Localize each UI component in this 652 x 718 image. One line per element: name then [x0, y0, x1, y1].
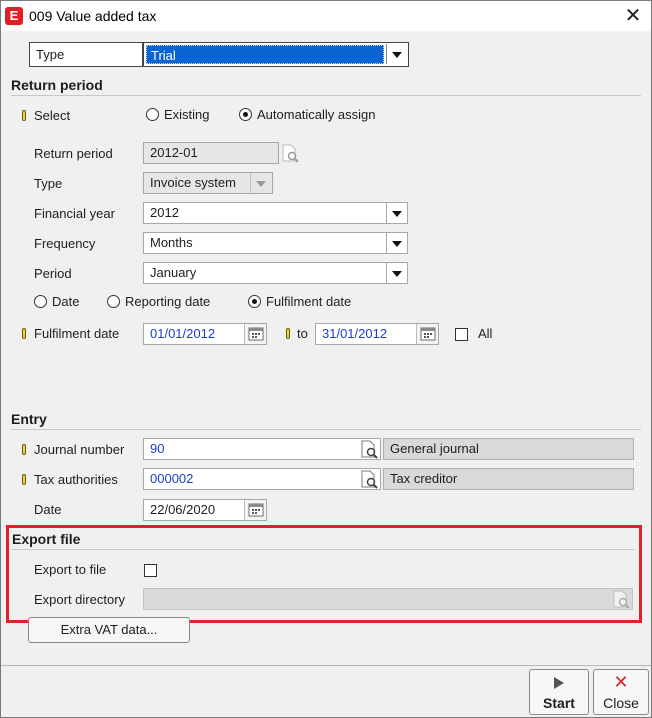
section-divider [11, 429, 641, 430]
date-input[interactable]: 22/06/2020 [143, 499, 267, 521]
chevron-down-icon [391, 241, 402, 247]
required-marker-icon [22, 110, 26, 121]
return-period-value: 2012-01 [150, 145, 198, 160]
frequency-label: Frequency [34, 236, 96, 251]
type-selected-value: Trial [146, 45, 384, 64]
financial-year-dropdown-button[interactable] [386, 203, 406, 223]
lookup-icon[interactable] [358, 438, 380, 460]
to-label: to [297, 326, 308, 341]
financial-year-label: Financial year [34, 206, 115, 221]
period-label: Period [34, 266, 72, 281]
journal-number-label: Journal number [34, 442, 125, 457]
radio-date-label[interactable]: Date [52, 294, 79, 309]
fulfilment-to-value: 31/01/2012 [322, 326, 388, 341]
required-marker-icon [22, 328, 26, 339]
extra-vat-data-button[interactable]: Extra VAT data... [28, 617, 190, 643]
type-label-box: Type [29, 42, 143, 67]
dialog-window: E 009 Value added tax ✕ Type Trial Retur… [0, 0, 652, 718]
window-title: 009 Value added tax [29, 8, 157, 24]
footer-divider [1, 665, 651, 666]
window-close-icon[interactable]: ✕ [621, 4, 645, 28]
tax-authorities-input[interactable]: 000002 [143, 468, 381, 490]
radio-existing[interactable] [146, 108, 159, 121]
frequency-select[interactable]: Months [143, 232, 408, 254]
fulfilment-from-value: 01/01/2012 [150, 326, 216, 341]
frequency-value: Months [150, 235, 193, 250]
entry-section-title: Entry [11, 411, 47, 427]
tax-authorities-description-value: Tax creditor [390, 471, 458, 486]
close-label: Close [603, 695, 639, 711]
period-dropdown-button[interactable] [386, 263, 406, 283]
radio-reporting-date-label[interactable]: Reporting date [125, 294, 210, 309]
fulfilment-to-input[interactable]: 31/01/2012 [315, 323, 439, 345]
required-marker-icon [22, 474, 26, 485]
chevron-down-icon [255, 181, 266, 187]
tax-authorities-description: Tax creditor [383, 468, 634, 490]
journal-description-value: General journal [390, 441, 479, 456]
radio-fulfilment-date[interactable] [248, 295, 261, 308]
calendar-icon[interactable] [244, 324, 266, 344]
journal-description: General journal [383, 438, 634, 460]
start-button[interactable]: Start [529, 669, 589, 715]
tax-authorities-label: Tax authorities [34, 472, 118, 487]
frequency-dropdown-button[interactable] [386, 233, 406, 253]
radio-automatically-assign[interactable] [239, 108, 252, 121]
type-label: Type [36, 47, 65, 62]
required-marker-icon [22, 444, 26, 455]
select-label: Select [34, 108, 71, 123]
required-marker-icon [286, 328, 290, 339]
lookup-icon[interactable] [279, 142, 301, 164]
fulfilment-date-label: Fulfilment date [34, 326, 120, 341]
calendar-icon[interactable] [416, 324, 438, 344]
lookup-icon[interactable] [358, 468, 380, 490]
date-label: Date [34, 502, 62, 517]
all-checkbox[interactable] [455, 328, 468, 341]
return-period-label: Return period [34, 146, 113, 161]
date-value: 22/06/2020 [150, 502, 216, 517]
journal-number-value: 90 [150, 441, 165, 456]
chevron-down-icon [391, 211, 402, 217]
all-label: All [478, 326, 493, 341]
type-dropdown-button[interactable] [386, 44, 406, 64]
type-select[interactable]: Trial [143, 42, 409, 67]
section-divider [11, 95, 641, 96]
radio-date[interactable] [34, 295, 47, 308]
start-label: Start [543, 695, 575, 711]
play-triangle-icon [554, 677, 564, 689]
fulfilment-from-input[interactable]: 01/01/2012 [143, 323, 267, 345]
radio-fulfilment-date-label[interactable]: Fulfilment date [266, 294, 351, 309]
app-logo-icon: E [5, 7, 23, 25]
financial-year-value: 2012 [150, 205, 179, 220]
return-period-field: 2012-01 [143, 142, 279, 164]
chevron-down-icon [391, 52, 402, 58]
period-value: January [150, 265, 197, 280]
radio-auto-label[interactable]: Automatically assign [257, 107, 376, 122]
tax-authorities-value: 000002 [150, 471, 194, 486]
close-button[interactable]: ✕ Close [593, 669, 649, 715]
journal-number-input[interactable]: 90 [143, 438, 381, 460]
type2-label: Type [34, 176, 63, 191]
radio-reporting-date[interactable] [107, 295, 120, 308]
title-bar: E 009 Value added tax ✕ [1, 1, 651, 31]
export-file-highlight [6, 525, 642, 623]
radio-existing-label[interactable]: Existing [164, 107, 210, 122]
period-select[interactable]: January [143, 262, 408, 284]
calendar-icon[interactable] [244, 500, 266, 520]
type2-select: Invoice system [143, 172, 273, 194]
red-x-icon: ✕ [613, 672, 629, 692]
chevron-down-icon [391, 271, 402, 277]
type2-dropdown-button [250, 173, 270, 193]
financial-year-select[interactable]: 2012 [143, 202, 408, 224]
type2-value: Invoice system [150, 175, 236, 190]
extra-vat-data-label: Extra VAT data... [60, 622, 158, 637]
return-period-section-title: Return period [11, 77, 103, 93]
